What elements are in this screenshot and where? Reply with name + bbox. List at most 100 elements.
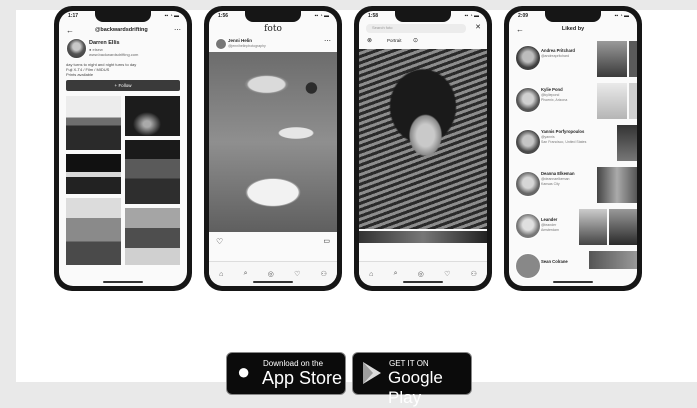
user-name: Leander	[541, 217, 558, 222]
home-indicator	[553, 281, 593, 283]
list-item[interactable]: Deanna Elkeman @deannaelkeman Kansas Cit…	[509, 165, 637, 205]
more-options-icon[interactable]: ⋯	[174, 26, 181, 34]
app-store-label: App Store	[262, 368, 343, 388]
status-icons: ▪▪ ◔ ▬	[314, 13, 329, 19]
user-location: Kansas City	[541, 182, 560, 186]
comment-icon[interactable]: ▭	[323, 237, 330, 245]
filter-icon[interactable]: ⊗	[367, 37, 372, 44]
user-handle: @leander	[541, 223, 557, 227]
user-location: Phoenix, Arizona	[541, 98, 568, 102]
list-item[interactable]: Leander @leander Amsterdam	[509, 207, 637, 247]
heart-icon[interactable]: ♡	[216, 237, 223, 246]
activity-icon[interactable]: ♡	[444, 270, 450, 278]
phone-profile: 1:17 ▪▪ ◔ ▬ ← @backwardsdrifting ⋯ Darre…	[54, 6, 192, 291]
google-play-icon	[363, 362, 381, 384]
user-location: Amsterdam	[541, 228, 559, 232]
grid-photo[interactable]	[359, 231, 487, 243]
grid-photo[interactable]	[125, 140, 180, 204]
list-item[interactable]: Yannis Porfyropoulos @yannis San Francis…	[509, 123, 637, 163]
user-handle: @yannis	[541, 135, 555, 139]
follow-label: Follow	[118, 83, 132, 88]
thumbnail-photo[interactable]	[617, 125, 637, 161]
follow-button[interactable]: + Follow	[66, 80, 180, 91]
page-title: Liked by	[561, 26, 585, 32]
profile-name: Darren Ellis	[89, 40, 120, 46]
home-indicator	[103, 281, 143, 283]
search-icon[interactable]: ⌕	[244, 270, 248, 278]
home-indicator	[403, 281, 443, 283]
status-icons: ▪▪ ◔ ▬	[614, 13, 629, 19]
phone-feed: 1:56 ▪▪ ◔ ▬ foto Jenni Helin @jennihelin…	[204, 6, 342, 291]
avatar	[515, 213, 541, 239]
avatar	[515, 171, 541, 197]
thumbnail-photo[interactable]	[629, 41, 637, 77]
avatar[interactable]	[215, 38, 227, 50]
home-icon[interactable]: ⌂	[369, 271, 373, 278]
avatar	[515, 87, 541, 113]
avatar	[66, 38, 87, 59]
status-icons: ▪▪ ◔ ▬	[464, 13, 479, 19]
search-icon[interactable]: ⌕	[394, 270, 398, 278]
feed-screen: 1:56 ▪▪ ◔ ▬ foto Jenni Helin @jennihelin…	[209, 11, 337, 286]
phone-search: 1:58 ▪▪ ◔ ▬ Search foto ✕ ⊗ Portrait ⊙ ⌂…	[354, 6, 492, 291]
grid-photo[interactable]	[66, 198, 121, 265]
search-input-placeholder: Search foto	[372, 25, 393, 30]
home-indicator	[253, 281, 293, 283]
google-play-badge[interactable]: GET IT ON Google Play	[352, 352, 472, 407]
back-arrow-icon[interactable]: ←	[66, 26, 74, 35]
avatar	[515, 129, 541, 155]
status-time: 2:09	[518, 13, 529, 19]
post-photo[interactable]	[209, 52, 337, 232]
thumbnail-photo[interactable]	[589, 251, 637, 269]
user-name: Sean Colrane	[541, 259, 568, 264]
profile-bio-line: Prints available	[66, 72, 94, 77]
user-handle: @kyliepond	[541, 93, 560, 97]
tab-add-icon[interactable]: ⊙	[413, 37, 418, 44]
profile-icon[interactable]: ⚇	[321, 270, 327, 278]
thumbnail-photo[interactable]	[597, 167, 637, 203]
thumbnail-photo[interactable]	[609, 209, 637, 245]
status-time: 1:17	[68, 13, 79, 19]
thumbnail-photo[interactable]	[579, 209, 607, 245]
grid-photo[interactable]	[66, 96, 121, 150]
google-play-small-text: GET IT ON	[389, 359, 429, 368]
app-store-badge[interactable]: ● Download on the App Store	[226, 352, 346, 395]
user-location: San Francisco, United States	[541, 140, 587, 144]
search-input[interactable]: Search foto	[366, 24, 466, 33]
home-icon[interactable]: ⌂	[219, 271, 223, 278]
list-item[interactable]: Andrea Pritchard @andreapritchard	[509, 39, 637, 79]
thumbnail-photo[interactable]	[629, 83, 637, 119]
grid-photo[interactable]	[125, 96, 180, 136]
search-screen: 1:58 ▪▪ ◔ ▬ Search foto ✕ ⊗ Portrait ⊙ ⌂…	[359, 11, 487, 286]
phone-notch	[395, 11, 451, 22]
phone-notch	[545, 11, 601, 22]
profile-icon[interactable]: ⚇	[471, 270, 477, 278]
grid-photo[interactable]	[66, 154, 121, 194]
user-handle: @andreapritchard	[541, 54, 570, 58]
activity-icon[interactable]: ♡	[294, 270, 300, 278]
thumbnail-photo[interactable]	[597, 83, 627, 119]
user-name: Kylie Pond	[541, 87, 563, 92]
camera-icon[interactable]: ◎	[418, 270, 424, 278]
avatar	[515, 253, 541, 279]
showcase-panel: 1:17 ▪▪ ◔ ▬ ← @backwardsdrifting ⋯ Darre…	[16, 6, 697, 407]
post-user-name[interactable]: Jenni Helin	[228, 38, 252, 43]
thumbnail-photo[interactable]	[597, 41, 627, 77]
more-options-icon[interactable]: ⋯	[324, 37, 331, 45]
close-icon[interactable]: ✕	[475, 23, 481, 31]
profile-bio-line[interactable]: www.backwardsdrifting.com	[89, 52, 138, 57]
status-time: 1:56	[218, 13, 229, 19]
status-time: 1:58	[368, 13, 379, 19]
portrait-photo[interactable]	[359, 49, 487, 229]
avatar	[515, 45, 541, 71]
list-item[interactable]: Kylie Pond @kyliepond Phoenix, Arizona	[509, 81, 637, 121]
user-name: Andrea Pritchard	[541, 48, 575, 53]
camera-icon[interactable]: ◎	[268, 270, 274, 278]
grid-photo[interactable]	[125, 208, 180, 265]
list-item[interactable]: Sean Colrane	[509, 249, 637, 279]
profile-handle: @backwardsdrifting	[95, 27, 148, 33]
tab-portrait[interactable]: Portrait	[387, 38, 402, 43]
liked-by-screen: 2:09 ▪▪ ◔ ▬ ← Liked by Andrea Pritchard …	[509, 11, 637, 286]
user-name: Deanna Elkeman	[541, 171, 575, 176]
post-user-handle: @jennihelinphotography	[228, 44, 266, 48]
